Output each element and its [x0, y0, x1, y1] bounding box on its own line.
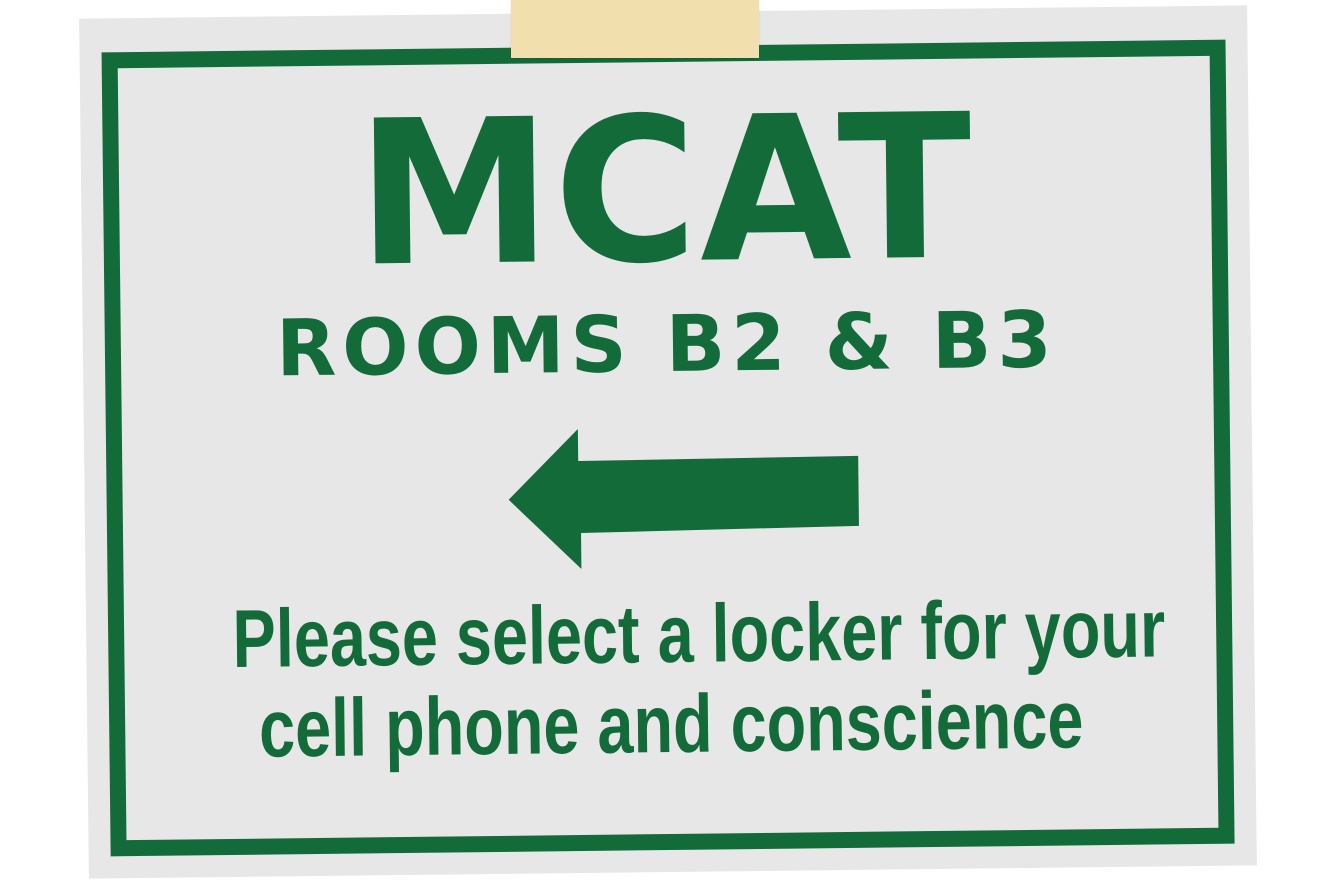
sign-content: MCAT ROOMS B2 & B3 Please select a locke… — [79, 5, 1257, 878]
scene: MCAT ROOMS B2 & B3 Please select a locke… — [0, 0, 1320, 880]
sign-message-line-1: Please select a locker for your — [232, 583, 1166, 685]
arrow-left-icon — [508, 429, 859, 569]
sign-message-line-2: cell phone and conscience — [258, 674, 1084, 775]
sign-title: MCAT — [355, 71, 975, 312]
sign-subtitle: ROOMS B2 & B3 — [275, 295, 1059, 395]
sign-message: Please select a locker for your cell pho… — [232, 583, 1166, 775]
tape-strip — [511, 0, 759, 58]
sign: MCAT ROOMS B2 & B3 Please select a locke… — [79, 5, 1257, 879]
